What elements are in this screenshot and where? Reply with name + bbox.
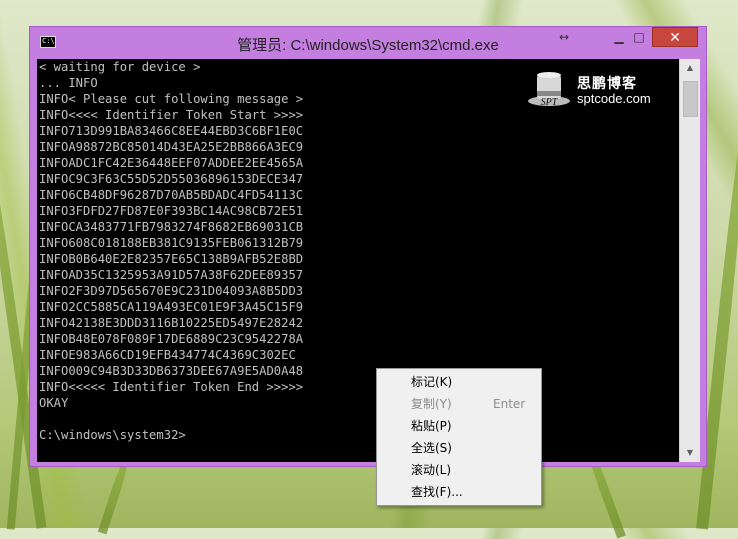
console-line: INFO009C94B3D33DB6373DEE67A9E5AD0A48 <box>39 364 304 378</box>
scroll-thumb[interactable] <box>683 81 698 117</box>
console-line: INFO608C018188EB381C9135FEB061312B79 <box>39 236 304 250</box>
watermark-title: 思鹏博客 <box>577 76 637 92</box>
console-line: INFO3FDFD27FD87E0F393BC14AC98CB72E51 <box>39 204 304 218</box>
scroll-up-arrow-icon[interactable]: ▲ <box>680 59 700 77</box>
console-line: INFOCA3483771FB7983274F8682EB69031CB <box>39 220 304 234</box>
vertical-scrollbar[interactable]: ▲ ▼ <box>679 59 700 462</box>
watermark: SPT 思鹏博客 sptcode.com <box>525 67 665 111</box>
maximize-button[interactable]: □ <box>626 27 652 47</box>
console-line: INFOAD35C1325953A91D57A38F62DEE89357 <box>39 268 304 282</box>
menu-item-label: 粘贴(P) <box>411 419 452 433</box>
menu-item-copy[interactable]: 复制(Y) Enter <box>378 393 540 415</box>
menu-item-select-all[interactable]: 全选(S) <box>378 437 540 459</box>
console-line: INFO713D991BA83466C8EE44EBD3C6BF1E0C <box>39 124 304 138</box>
watermark-hat-text: SPT <box>541 97 559 108</box>
menu-item-label: 滚动(L) <box>411 463 452 477</box>
console-line: INFOC9C3F63C55D52D55036896153DECE347 <box>39 172 304 186</box>
menu-item-mark[interactable]: 标记(K) <box>378 371 540 393</box>
console-lines: < waiting for device >... INFO INFO< Plea… <box>37 59 679 443</box>
watermark-url: sptcode.com <box>577 91 651 106</box>
close-button[interactable]: ✕ <box>652 27 698 47</box>
console-output[interactable]: < waiting for device >... INFO INFO< Plea… <box>37 59 679 462</box>
console-line: INFOE983A66CD19EFB434774C4369C302EC <box>39 348 296 362</box>
console-line: INFOA98872BC85014D43EA25E2BB866A3EC9 <box>39 140 304 154</box>
window-title: 管理员: C:\windows\System32\cmd.exe <box>237 37 499 54</box>
title-bar[interactable]: C:\ 管理员: C:\windows\System32\cmd.exe ↔ ▁… <box>30 27 706 59</box>
console-line: INFO2F3D97D565670E9C231D04093A8B5DD3 <box>39 284 304 298</box>
console-line: INFO<<<<< Identifier Token End >>>>> <box>39 380 304 394</box>
console-line: INFO6CB48DF96287D70AB5BDADC4FD54113C <box>39 188 304 202</box>
menu-item-label: 标记(K) <box>411 375 453 389</box>
top-hat-icon: SPT <box>528 72 570 108</box>
menu-item-scroll[interactable]: 滚动(L) <box>378 459 540 481</box>
menu-item-shortcut: Enter <box>493 397 526 411</box>
menu-item-label: 查找(F)... <box>411 485 463 499</box>
console-line: INFOB48E078F089F17DE6889C23C9542278A <box>39 332 304 346</box>
console-line: INFOB0B640E2E82357E65C138B9AFB52E8BD <box>39 252 304 266</box>
context-menu[interactable]: 标记(K) 复制(Y) Enter 粘贴(P) 全选(S) 滚动(L) 查找(F… <box>376 368 542 506</box>
console-line: OKAY <box>39 396 69 410</box>
cmd-window[interactable]: C:\ 管理员: C:\windows\System32\cmd.exe ↔ ▁… <box>29 26 707 467</box>
console-line: INFO42138E3DDD3116B10225ED5497E28242 <box>39 316 304 330</box>
menu-item-label: 全选(S) <box>411 441 452 455</box>
resize-arrows-icon[interactable]: ↔ <box>550 27 578 47</box>
menu-item-label: 复制(Y) <box>411 397 452 411</box>
console-line: INFOADC1FC42E36448EEF07ADDEE2EE4565A <box>39 156 304 170</box>
grass-blade-decoration <box>97 455 132 535</box>
menu-item-paste[interactable]: 粘贴(P) <box>378 415 540 437</box>
console-line: C:\windows\system32> <box>39 428 186 442</box>
menu-item-find[interactable]: 查找(F)... <box>378 481 540 503</box>
console-line: INFO2CC5885CA119A493EC01E9F3A45C15F9 <box>39 300 304 314</box>
scroll-down-arrow-icon[interactable]: ▼ <box>680 444 700 462</box>
